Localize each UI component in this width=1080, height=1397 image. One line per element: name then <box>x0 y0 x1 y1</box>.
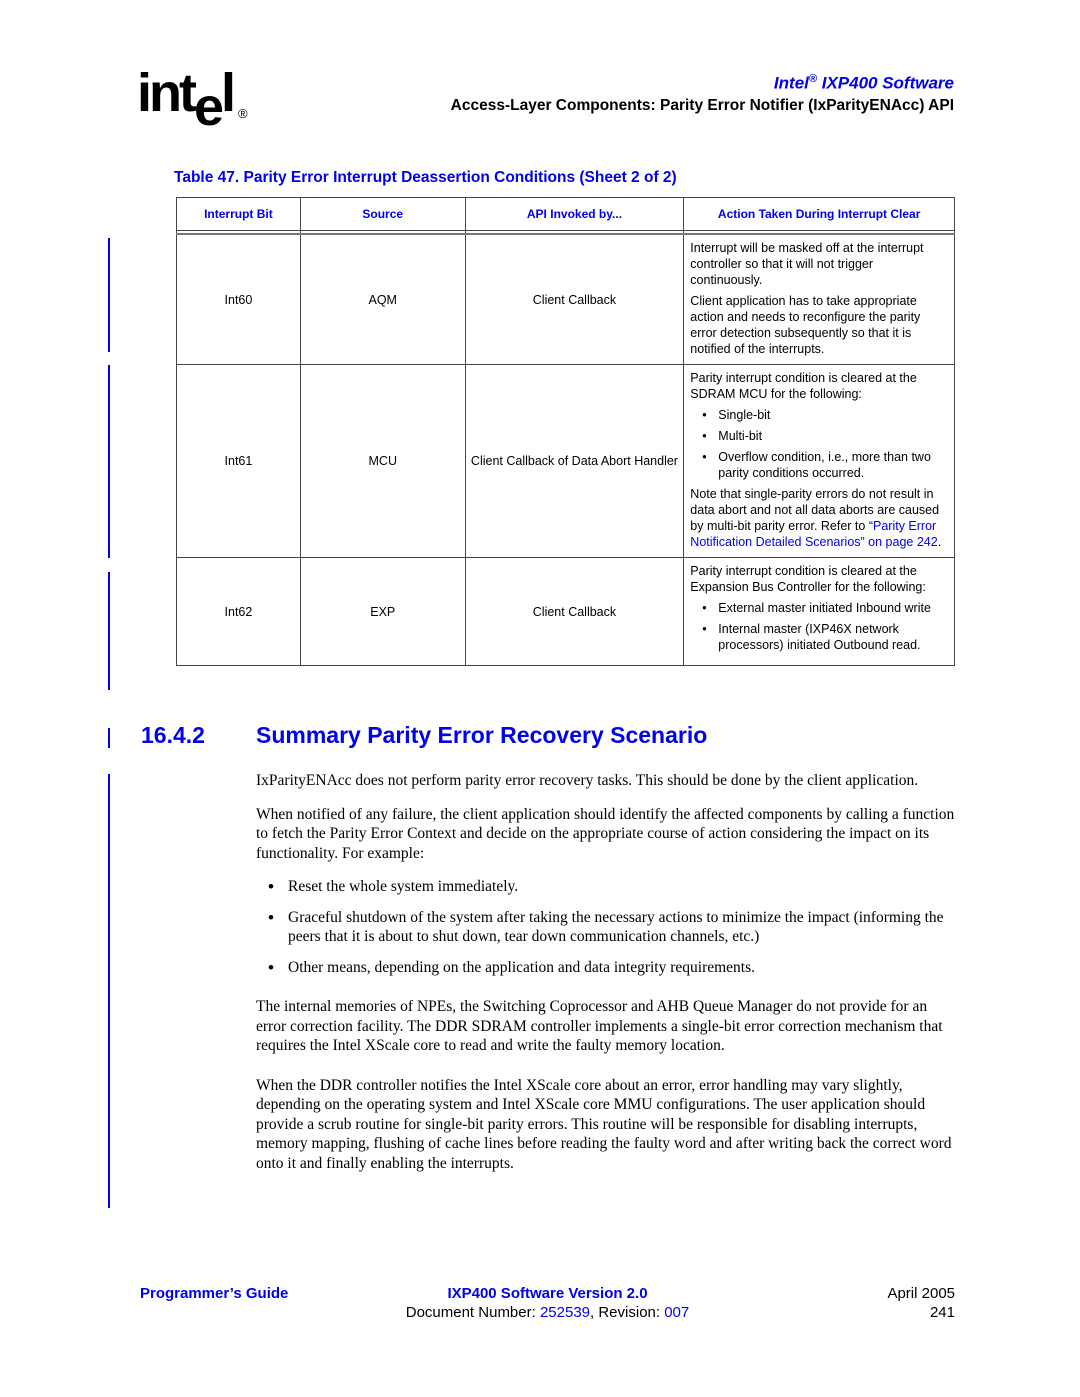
example-bullet-list: Reset the whole system immediately. Grac… <box>256 877 956 977</box>
table-caption: Table 47. Parity Error Interrupt Deasser… <box>174 169 677 186</box>
footer-center: IXP400 Software Version 2.0 Document Num… <box>140 1284 955 1322</box>
cell-action: Interrupt will be masked off at the inte… <box>683 233 955 365</box>
action-bullet-list: External master initiated Inbound write … <box>690 600 948 653</box>
action-bullet-list: Single-bit Multi-bit Overflow condition,… <box>690 407 948 481</box>
footer-date: April 2005 <box>887 1285 955 1302</box>
cell-action: Parity interrupt condition is cleared at… <box>683 557 955 666</box>
cell-api-invoked-by: Client Callback of Data Abort Handler <box>464 364 685 558</box>
logo-wordmark: intel <box>137 63 236 137</box>
action-bullet: Multi-bit <box>690 428 948 444</box>
product-brand: Intel <box>773 73 809 93</box>
body-paragraph: When notified of any failure, the client… <box>256 805 955 862</box>
example-bullet: Graceful shutdown of the system after ta… <box>256 908 956 947</box>
section-title: Summary Parity Error Recovery Scenario <box>256 722 708 748</box>
table-row: Int61 MCU Client Callback of Data Abort … <box>176 364 955 558</box>
column-header-action: Action Taken During Interrupt Clear <box>683 197 955 231</box>
table-header-row: Interrupt Bit Source API Invoked by... A… <box>176 197 955 231</box>
footer-document-number: Document Number: 252539, Revision: 007 <box>140 1303 955 1322</box>
parity-error-table: Interrupt Bit Source API Invoked by... A… <box>176 197 955 666</box>
change-bar <box>108 365 110 558</box>
action-text: Interrupt will be masked off at the inte… <box>690 241 924 287</box>
example-bullet: Reset the whole system immediately. <box>256 877 956 897</box>
product-registered-mark: ® <box>808 73 817 85</box>
page-number: 241 <box>929 1304 955 1321</box>
cell-api-invoked-by: Client Callback <box>464 233 685 365</box>
body-paragraph: The internal memories of NPEs, the Switc… <box>256 998 943 1054</box>
change-bar <box>108 774 110 1208</box>
cell-interrupt-bit: Int62 <box>176 557 301 666</box>
footer-version: IXP400 Software Version 2.0 <box>447 1285 648 1302</box>
page-header: Intel® IXP400 Software Access-Layer Comp… <box>451 68 954 117</box>
table-row: Int62 EXP Client Callback Parity interru… <box>176 557 955 666</box>
body-paragraph: When the DDR controller notifies the Int… <box>256 1076 952 1172</box>
section-number: 16.4.2 <box>141 722 205 748</box>
footer-right: April 2005 241 <box>887 1284 955 1322</box>
cell-source: MCU <box>299 364 466 558</box>
action-text: Parity interrupt condition is cleared at… <box>690 564 926 594</box>
section-heading: 16.4.2 Summary Parity Error Recovery Scen… <box>141 722 707 749</box>
column-header-interrupt-bit: Interrupt Bit <box>176 197 301 231</box>
change-bar <box>108 728 110 748</box>
action-note: Note that single-parity errors do not re… <box>690 486 948 550</box>
cell-interrupt-bit: Int61 <box>176 364 301 558</box>
cell-interrupt-bit: Int60 <box>176 233 301 365</box>
action-bullet: External master initiated Inbound write <box>690 600 948 616</box>
product-title: IXP400 Software <box>821 73 954 93</box>
cell-api-invoked-by: Client Callback <box>464 557 685 666</box>
action-bullet: Overflow condition, i.e., more than two … <box>690 449 948 481</box>
chapter-title: Access-Layer Components: Parity Error No… <box>450 96 954 114</box>
action-text: Client application has to take appropria… <box>690 294 921 356</box>
cell-source: AQM <box>299 233 466 365</box>
logo-registered-mark: ® <box>238 106 248 121</box>
column-header-source: Source <box>299 197 466 231</box>
action-text: Parity interrupt condition is cleared at… <box>690 371 917 401</box>
change-bar <box>108 238 110 352</box>
action-bullet: Internal master (IXP46X network processo… <box>690 621 948 653</box>
doc-number-label: Document Number: <box>405 1304 540 1321</box>
body-paragraph: IxParityENAcc does not perform parity er… <box>256 772 919 789</box>
column-header-api-invoked-by: API Invoked by... <box>464 197 685 231</box>
action-bullet: Single-bit <box>690 407 948 423</box>
example-bullet: Other means, depending on the applicatio… <box>256 958 956 978</box>
revision-label: , Revision: <box>590 1304 665 1321</box>
change-bar <box>108 572 110 690</box>
cell-action: Parity interrupt condition is cleared at… <box>683 364 955 558</box>
table-row: Int60 AQM Client Callback Interrupt will… <box>176 233 955 365</box>
product-name: Intel® IXP400 Software <box>451 68 954 95</box>
note-end: . <box>937 535 942 549</box>
revision-number: 007 <box>664 1304 690 1321</box>
intel-logo: intel ® <box>137 66 257 136</box>
cell-source: EXP <box>299 557 466 666</box>
doc-number: 252539 <box>539 1304 591 1321</box>
section-body: IxParityENAcc does not perform parity er… <box>256 771 956 1187</box>
